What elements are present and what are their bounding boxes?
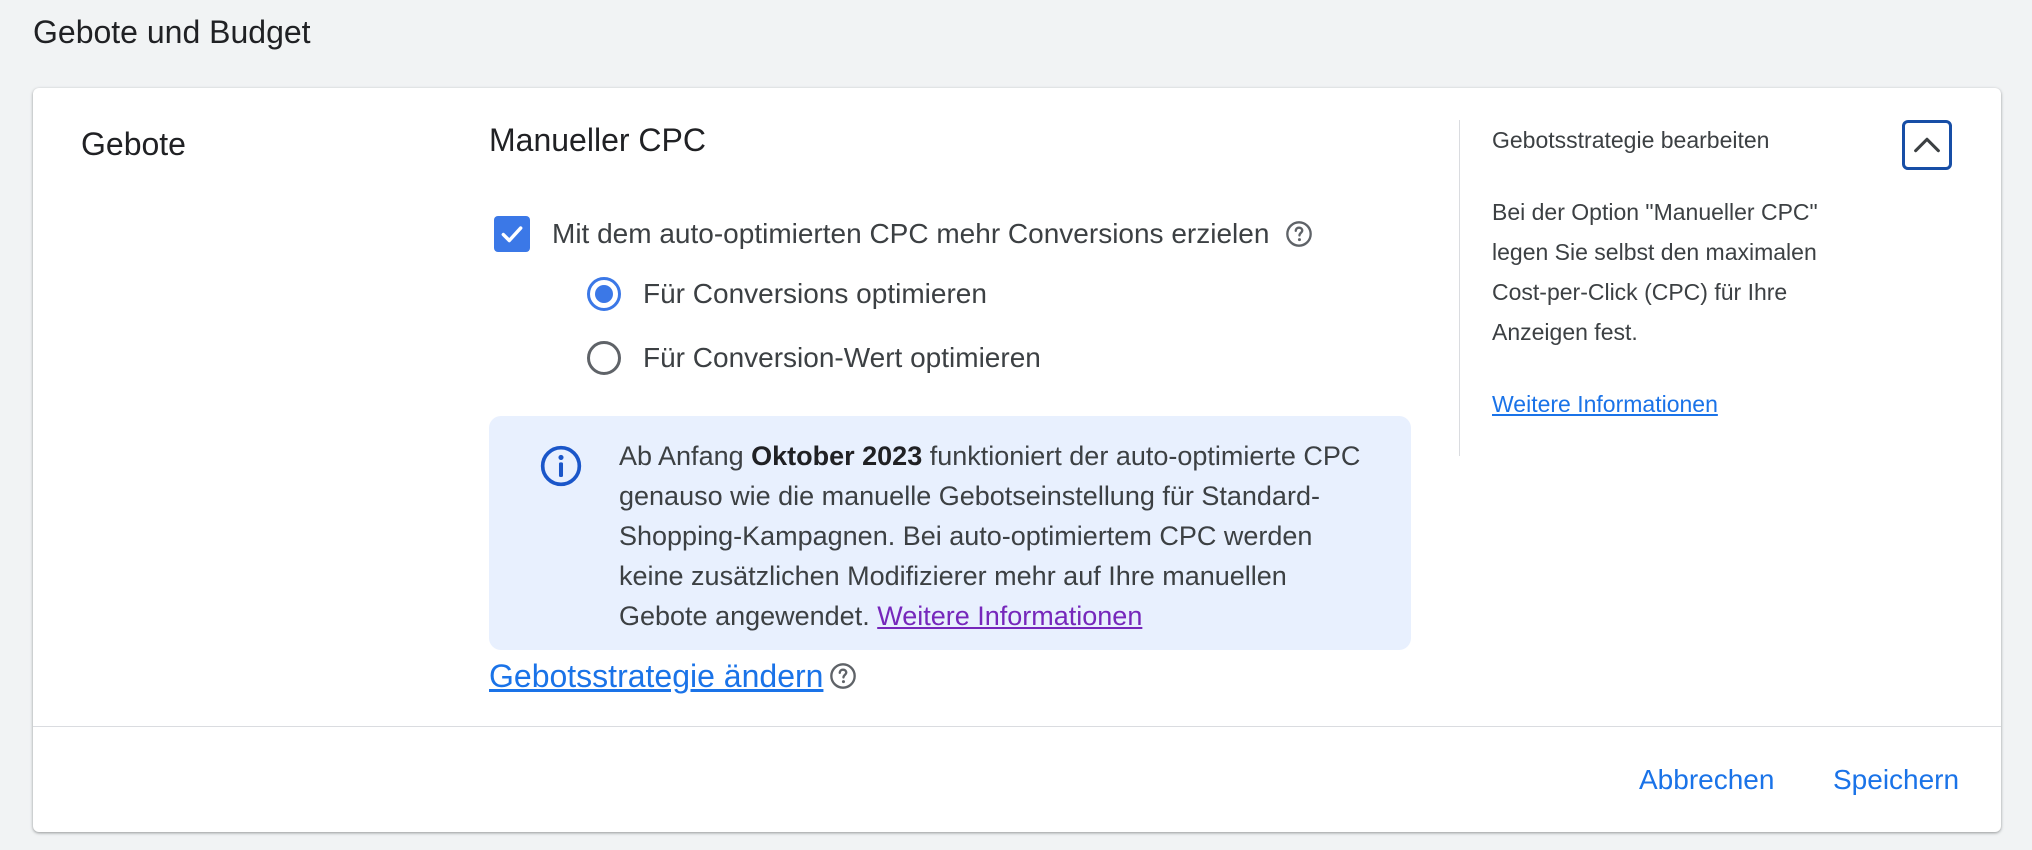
- page-title: Gebote und Budget: [33, 14, 311, 50]
- check-icon: [501, 226, 523, 243]
- radio-label-conversions: Für Conversions optimieren: [643, 278, 987, 309]
- change-strategy-link[interactable]: Gebotsstrategie ändern: [489, 654, 823, 698]
- side-panel-divider: [1459, 120, 1460, 456]
- info-text-prefix: Ab Anfang: [619, 441, 752, 471]
- enhanced-cpc-checkbox[interactable]: [494, 216, 530, 252]
- enhanced-cpc-row: Mit dem auto-optimierten CPC mehr Conver…: [494, 212, 1313, 256]
- save-button[interactable]: Speichern: [1833, 758, 1959, 802]
- enhanced-cpc-label: Mit dem auto-optimierten CPC mehr Conver…: [552, 218, 1270, 249]
- radio-label-conversion-value: Für Conversion-Wert optimieren: [643, 342, 1041, 373]
- info-banner: Ab Anfang Oktober 2023 funktioniert der …: [489, 416, 1411, 650]
- radio-optimize-conversions[interactable]: Für Conversions optimieren: [587, 272, 987, 316]
- side-panel-title: Gebotsstrategie bearbeiten: [1492, 127, 1770, 153]
- radio-dot: [595, 285, 613, 303]
- section-title: Gebote: [81, 126, 186, 162]
- info-text: Ab Anfang Oktober 2023 funktioniert der …: [619, 436, 1379, 636]
- bidding-card: Gebote Manueller CPC Mit dem auto-optimi…: [33, 88, 2001, 832]
- strategy-title: Manueller CPC: [489, 122, 706, 158]
- radio-button-unselected[interactable]: [587, 341, 621, 375]
- chevron-up-icon: [1914, 137, 1940, 153]
- change-strategy-row: Gebotsstrategie ändern: [489, 654, 857, 698]
- radio-optimize-conversion-value[interactable]: Für Conversion-Wert optimieren: [587, 336, 1041, 380]
- help-icon[interactable]: [1285, 220, 1313, 248]
- radio-button-selected[interactable]: [587, 277, 621, 311]
- cancel-button[interactable]: Abbrechen: [1639, 758, 1774, 802]
- side-panel-description: Bei der Option "Manueller CPC" legen Sie…: [1492, 199, 1818, 345]
- info-learn-more-link[interactable]: Weitere Informationen: [877, 601, 1142, 631]
- info-icon: [540, 445, 582, 487]
- footer-divider: [33, 726, 2001, 727]
- help-icon[interactable]: [829, 662, 857, 690]
- collapse-side-panel-button[interactable]: [1902, 120, 1952, 170]
- side-panel-learn-more-link[interactable]: Weitere Informationen: [1492, 388, 1718, 420]
- info-text-date: Oktober 2023: [751, 441, 923, 471]
